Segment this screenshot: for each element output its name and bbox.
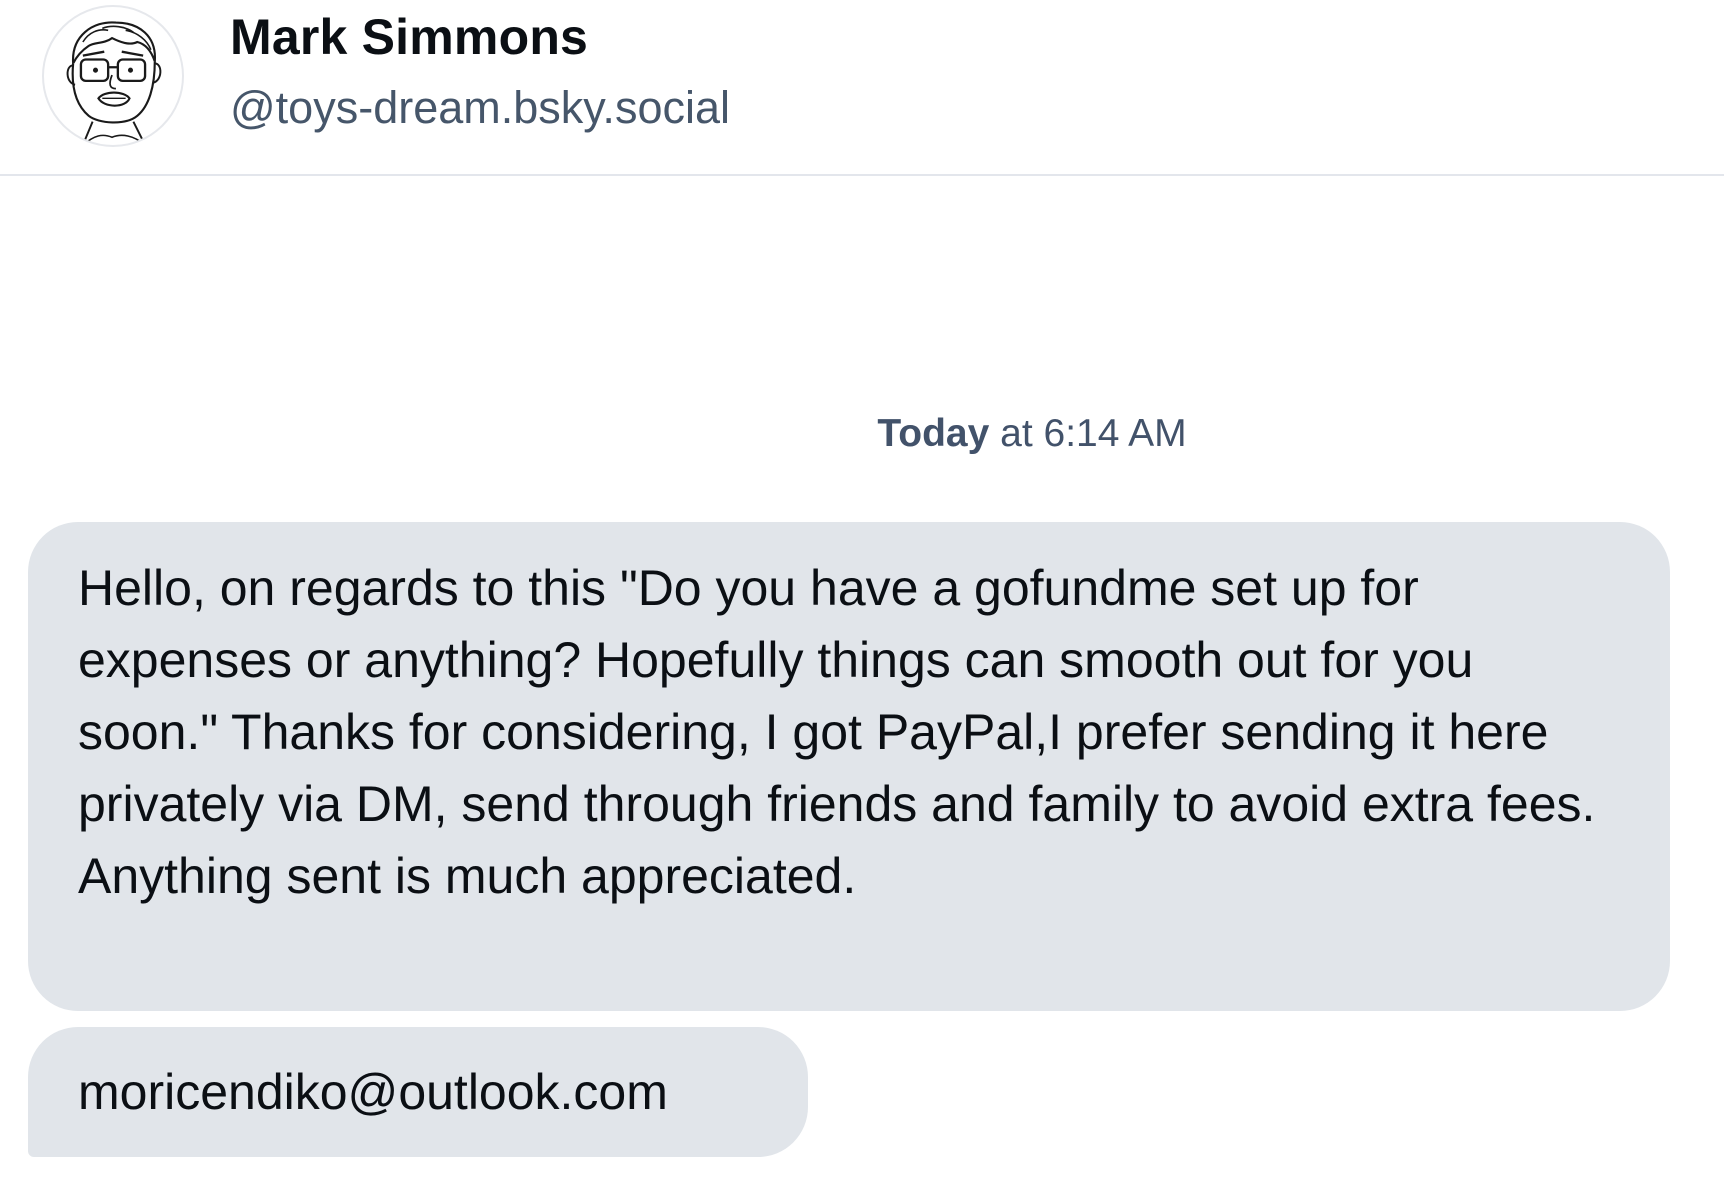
message-text: moricendiko@outlook.com [78,1064,668,1120]
message-text: Hello, on regards to this "Do you have a… [78,560,1596,904]
display-name: Mark Simmons [230,9,589,65]
message-bubble[interactable]: Hello, on regards to this "Do you have a… [28,522,1670,1011]
user-handle: @toys-dream.bsky.social [230,82,730,133]
avatar[interactable] [42,5,184,147]
timestamp-time: at 6:14 AM [1000,412,1187,455]
message-bubble[interactable]: moricendiko@outlook.com [28,1027,808,1157]
message-timestamp: Today at 6:14 AM [0,412,1724,456]
conversation-header: Mark Simmons @toys-dream.bsky.social [0,0,1724,176]
cartoon-face-icon [66,21,162,145]
timestamp-day: Today [877,412,990,455]
